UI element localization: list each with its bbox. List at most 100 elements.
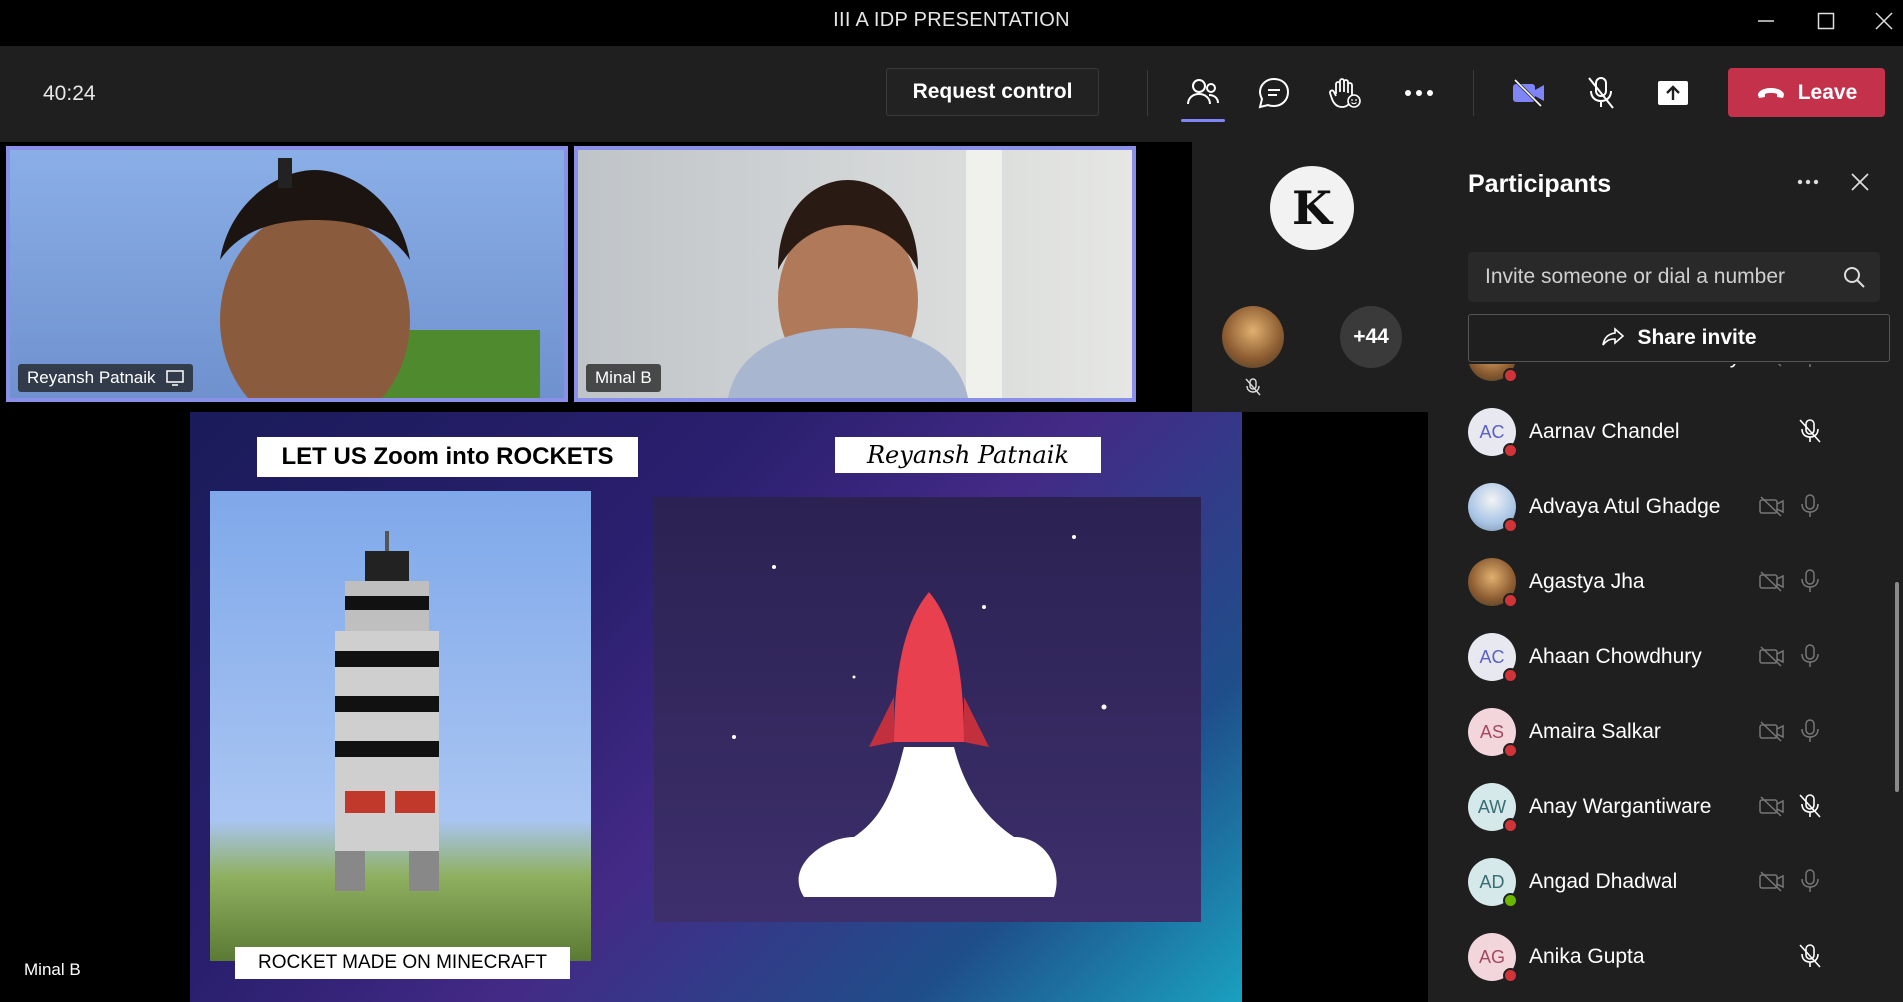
avatar-initials: AD — [1479, 871, 1505, 892]
participant-name: Anay Wargantiware — [1529, 795, 1712, 818]
avatar-initials: AC — [1479, 421, 1505, 442]
overflow-gallery: K +44 — [1192, 142, 1428, 412]
window-title: III A IDP PRESENTATION — [833, 9, 1070, 31]
participant-avatar[interactable]: AG — [1468, 933, 1518, 983]
image-caption: ROCKET MADE ON MINECRAFT — [235, 947, 570, 979]
participant-row[interactable]: Advaya Atul Ghadge — [1468, 477, 1888, 537]
participant-video — [728, 150, 1002, 398]
more-icon[interactable] — [1396, 70, 1442, 116]
camera-off-icon — [1759, 570, 1785, 597]
presence-status-icon — [1503, 443, 1518, 458]
participant-avatar[interactable] — [1468, 558, 1518, 608]
share-icon — [1602, 327, 1625, 346]
minimize-icon[interactable] — [1746, 4, 1786, 38]
presence-status-icon — [1503, 668, 1518, 683]
request-control-button[interactable]: Request control — [886, 68, 1099, 116]
mic-muted-icon — [1798, 418, 1822, 449]
camera-off-icon — [1759, 645, 1785, 672]
presence-status-icon — [1503, 968, 1518, 983]
sharing-screen-icon — [165, 370, 184, 386]
avatar-initials: AC — [1479, 646, 1505, 667]
search-icon[interactable] — [1842, 265, 1866, 295]
mic-off-icon[interactable] — [1578, 70, 1624, 116]
more-participants-badge[interactable]: +44 — [1340, 306, 1402, 368]
participant-name: Angad Dhadwal — [1529, 870, 1678, 893]
close-icon[interactable] — [1864, 4, 1903, 38]
participant-row[interactable]: AC Ahaan Chowdhury — [1468, 627, 1888, 687]
tile-name-pill: Minal B — [586, 364, 661, 392]
presentation-slide: LET US Zoom into ROCKETS Reyansh Patnaik… — [190, 412, 1242, 1002]
invite-search-input[interactable]: Invite someone or dial a number — [1468, 252, 1880, 302]
camera-off-icon[interactable] — [1506, 70, 1552, 116]
participant-name: Anika Gupta — [1529, 945, 1645, 968]
tile-participant-name: Minal B — [595, 368, 652, 387]
mic-muted-icon — [1798, 793, 1822, 824]
rocket-illustration — [654, 497, 1201, 922]
video-tile-reyansh[interactable]: Reyansh Patnaik — [6, 146, 568, 402]
scrollbar[interactable] — [1895, 582, 1899, 792]
participant-avatar[interactable]: AC — [1468, 408, 1518, 458]
participant-name: Aarnav Ashish Pandey — [1529, 364, 1740, 369]
chat-icon[interactable] — [1251, 70, 1297, 116]
maximize-icon[interactable] — [1806, 4, 1846, 38]
participant-row[interactable]: AC Aarnav Chandel — [1468, 402, 1888, 462]
mic-icon — [1798, 364, 1822, 374]
participant-avatar[interactable]: AC — [1468, 633, 1518, 683]
slide-author: Reyansh Patnaik — [835, 437, 1101, 473]
participant-name: Agastya Jha — [1529, 570, 1645, 593]
presence-status-icon — [1503, 593, 1518, 608]
phone-hangup-icon — [1757, 87, 1784, 98]
participant-row[interactable]: Agastya Jha — [1468, 552, 1888, 612]
participant-avatar[interactable]: AD — [1468, 858, 1518, 908]
participant-row[interactable]: AD Angad Dhadwal — [1468, 852, 1888, 912]
participant-avatar[interactable] — [1468, 483, 1518, 533]
mic-icon — [1798, 493, 1822, 524]
minecraft-rocket-image — [210, 491, 591, 961]
participant-row[interactable]: AG Anika Gupta — [1468, 927, 1888, 987]
participant-avatar-photo[interactable] — [1222, 306, 1284, 368]
leave-label: Leave — [1797, 80, 1858, 104]
camera-off-icon — [1759, 720, 1785, 747]
leave-button[interactable]: Leave — [1728, 68, 1885, 117]
tile-participant-name: Reyansh Patnaik — [27, 368, 156, 387]
participant-avatar[interactable]: AW — [1468, 783, 1518, 833]
avatar-initials: AW — [1477, 796, 1507, 817]
presence-status-icon — [1503, 743, 1518, 758]
participant-video — [220, 158, 540, 398]
participant-name: Amaira Salkar — [1529, 720, 1661, 743]
participant-name: Advaya Atul Ghadge — [1529, 495, 1721, 518]
camera-off-icon — [1759, 795, 1785, 822]
participant-name: Ahaan Chowdhury — [1529, 645, 1702, 668]
more-options-icon[interactable] — [1790, 164, 1826, 200]
title-bar: III A IDP PRESENTATION — [0, 0, 1903, 46]
presence-status-icon — [1503, 518, 1518, 533]
invite-search-placeholder: Invite someone or dial a number — [1485, 265, 1785, 288]
presence-status-icon — [1503, 893, 1518, 908]
camera-off-icon — [1759, 495, 1785, 522]
meeting-timer: 40:24 — [43, 82, 96, 105]
meeting-toolbar: 40:24 Request control Leave — [0, 46, 1903, 142]
video-tile-minal[interactable]: Minal B — [574, 146, 1136, 402]
camera-off-icon — [1759, 364, 1785, 372]
mic-icon — [1798, 643, 1822, 674]
participant-avatar-k[interactable]: K — [1270, 166, 1354, 250]
raise-hand-icon[interactable] — [1322, 70, 1368, 116]
participant-avatar[interactable]: AS — [1468, 708, 1518, 758]
avatar-initials: AG — [1478, 946, 1505, 967]
participant-avatar[interactable] — [1468, 364, 1518, 383]
participant-name: Aarnav Chandel — [1529, 420, 1680, 443]
share-tray-icon[interactable] — [1650, 70, 1696, 116]
participant-row[interactable]: AS Amaira Salkar — [1468, 702, 1888, 762]
presence-status-icon — [1503, 368, 1518, 383]
people-icon[interactable] — [1180, 70, 1226, 122]
presenter-name: Minal B — [24, 960, 81, 979]
camera-off-icon — [1759, 870, 1785, 897]
share-invite-button[interactable]: Share invite — [1468, 314, 1890, 362]
participant-row[interactable]: Aarnav Ashish Pandey — [1468, 364, 1888, 387]
close-panel-icon[interactable] — [1842, 164, 1878, 200]
participant-row[interactable]: AW Anay Wargantiware — [1468, 777, 1888, 837]
tile-name-pill: Reyansh Patnaik — [18, 364, 193, 392]
toolbar-divider — [1147, 70, 1148, 116]
presence-status-icon — [1503, 818, 1518, 833]
toolbar-divider — [1473, 70, 1474, 116]
